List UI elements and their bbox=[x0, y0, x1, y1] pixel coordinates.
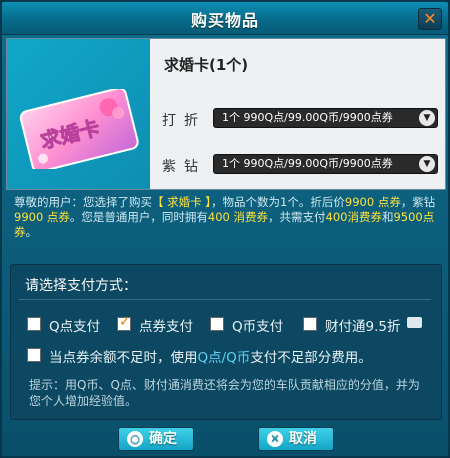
item-image-area: 求婚卡 bbox=[7, 39, 150, 189]
payment-hint: 提示：用Q币、Q点、财付通消费还将会为您的车队贡献相应的分值，并为您个人增加经验… bbox=[29, 378, 420, 408]
tenpay-checkbox[interactable] bbox=[303, 317, 317, 331]
coupon-label[interactable]: 点券支付 bbox=[139, 315, 193, 335]
confirm-button[interactable]: ○ 确定 bbox=[118, 427, 194, 451]
info-text: ，共需支付 bbox=[268, 210, 326, 224]
info-diamond-price: 9900 点券 bbox=[14, 210, 70, 224]
divider bbox=[19, 299, 431, 300]
info-text: 尊敬的用户：您选择了购买 bbox=[14, 195, 152, 209]
fallback-text: 当点券余额不足时，使用 bbox=[49, 350, 198, 366]
payment-heading: 请选择支付方式： bbox=[25, 278, 137, 294]
q-points-label[interactable]: Q点支付 bbox=[49, 315, 100, 335]
purchase-info-text: 尊敬的用户：您选择了购买【 求婚卡 】，物品个数为1个。折后价9900 点券，紫… bbox=[14, 195, 439, 240]
info-need-coupons: 400消费券 bbox=[325, 210, 382, 224]
cancel-label: 取消 bbox=[289, 431, 317, 447]
fallback-highlight: Q点/Q币 bbox=[197, 350, 251, 366]
item-panel: 求婚卡 求婚卡(1个) 打折 1个 990Q点/99.00Q币/9900点券 ▼… bbox=[6, 38, 446, 190]
discount-select[interactable]: 1个 990Q点/99.00Q币/9900点券 ▼ bbox=[213, 108, 438, 128]
info-discount-price: 9900 点券 bbox=[344, 195, 401, 209]
q-points-checkbox[interactable] bbox=[27, 317, 41, 331]
info-text: 。您是普通用户，同时拥有 bbox=[69, 210, 208, 224]
close-button[interactable]: ✕ bbox=[418, 8, 442, 30]
payment-panel: 请选择支付方式： Q点支付 ✓ 点券支付 Q币支付 财付通9.5折 当点券余额不… bbox=[10, 264, 442, 420]
circle-icon: ○ bbox=[127, 431, 143, 447]
cancel-button[interactable]: ✕ 取消 bbox=[258, 427, 334, 451]
purchase-dialog: 购买物品 ✕ 求婚卡 求婚卡(1个) 打折 1个 990Q点/99.00Q币/9… bbox=[0, 0, 450, 458]
discount-select-value: 1个 990Q点/99.00Q币/9900点券 bbox=[222, 111, 393, 124]
info-owned-coupons: 400 消费券 bbox=[207, 210, 269, 224]
item-name: 求婚卡(1个) bbox=[164, 56, 249, 74]
fallback-checkbox[interactable] bbox=[27, 348, 41, 362]
q-coin-checkbox[interactable] bbox=[210, 317, 224, 331]
checkmark-icon: ✓ bbox=[119, 314, 131, 330]
tenpay-label[interactable]: 财付通9.5折 bbox=[325, 315, 400, 335]
info-text: ，物品个数为1个。折后价 bbox=[211, 195, 345, 209]
info-text: ，紫钻 bbox=[400, 195, 436, 209]
chevron-down-icon: ▼ bbox=[419, 110, 435, 126]
chevron-down-icon: ▼ bbox=[419, 156, 435, 172]
info-text: 和 bbox=[381, 210, 394, 224]
fallback-label[interactable]: 当点券余额不足时，使用Q点/Q币支付不足部分费用。 bbox=[49, 346, 372, 366]
discount-label: 打折 bbox=[162, 113, 206, 129]
gamepad-icon bbox=[407, 317, 422, 328]
confirm-label: 确定 bbox=[149, 431, 177, 447]
close-icon: ✕ bbox=[423, 9, 437, 28]
fallback-text: 支付不足部分费用。 bbox=[250, 350, 372, 366]
info-item-name: 【 求婚卡 】 bbox=[152, 195, 212, 209]
proposal-card-image: 求婚卡 bbox=[19, 89, 139, 169]
q-coin-label[interactable]: Q币支付 bbox=[232, 315, 283, 335]
purple-diamond-select-value: 1个 990Q点/99.00Q币/9900点券 bbox=[222, 157, 393, 170]
title-bar: 购买物品 ✕ bbox=[2, 2, 448, 35]
coupon-checkbox[interactable]: ✓ bbox=[117, 314, 131, 331]
close-icon: ✕ bbox=[267, 431, 283, 447]
purple-diamond-select[interactable]: 1个 990Q点/99.00Q币/9900点券 ▼ bbox=[213, 154, 438, 174]
info-text: 。 bbox=[25, 225, 38, 239]
dialog-title: 购买物品 bbox=[190, 11, 259, 30]
purple-diamond-label: 紫钻 bbox=[162, 159, 206, 175]
